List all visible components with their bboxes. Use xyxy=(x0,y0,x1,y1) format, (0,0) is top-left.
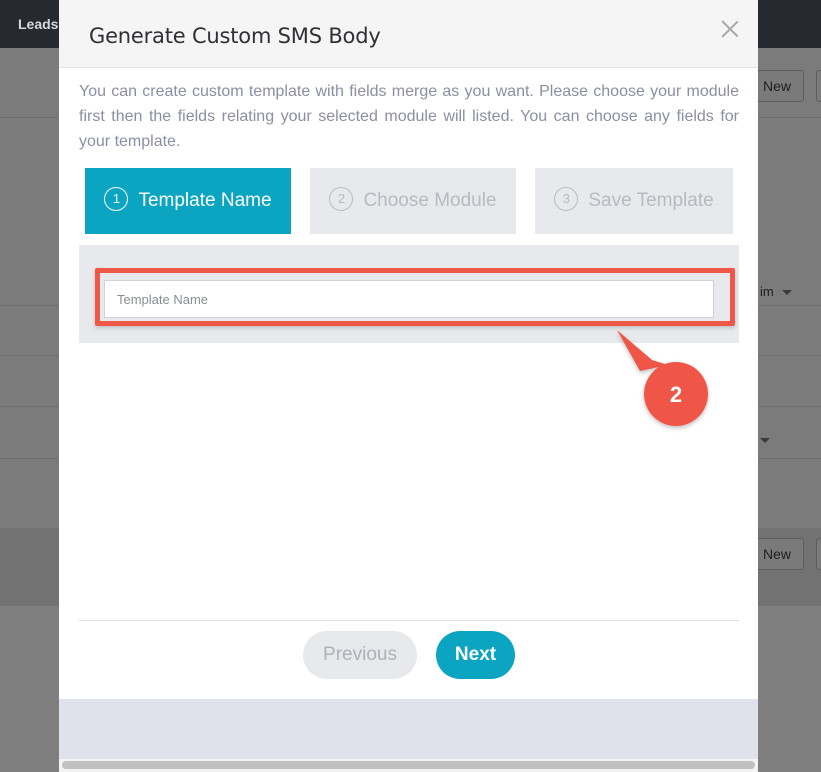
new-button-label: New xyxy=(762,546,791,562)
template-name-input[interactable] xyxy=(104,280,714,318)
chevron-down-icon xyxy=(781,290,792,296)
chevron-down-icon xyxy=(760,438,770,444)
background-button[interactable] xyxy=(816,70,821,102)
background-button[interactable] xyxy=(816,538,821,570)
scrollbar-thumb[interactable] xyxy=(62,761,755,769)
nav-tab-leads[interactable]: Leads xyxy=(18,16,58,32)
close-icon[interactable] xyxy=(719,18,741,40)
step-number-2: 2 xyxy=(329,186,354,211)
wizard-steps: 1 Template Name 2 Choose Module 3 Save Temp… xyxy=(85,168,733,234)
next-button[interactable]: Next xyxy=(436,631,515,679)
step-choose-module[interactable]: 2 Choose Module xyxy=(310,168,516,234)
footer-divider xyxy=(79,620,739,621)
step-label: Choose Module xyxy=(363,190,497,211)
horizontal-scrollbar[interactable] xyxy=(59,759,758,772)
sms-template-modal: Generate Custom SMS Body You can create … xyxy=(59,0,758,772)
step-number-1: 1 xyxy=(104,186,129,211)
modal-bottom-area xyxy=(59,699,758,759)
step-label: Save Template xyxy=(588,190,714,211)
step-number-3: 3 xyxy=(554,186,579,211)
step-template-name[interactable]: 1 Template Name xyxy=(85,168,291,234)
step-label: Template Name xyxy=(138,190,272,211)
background-select[interactable]: im xyxy=(760,284,792,299)
modal-title: Generate Custom SMS Body xyxy=(89,24,381,48)
step-save-template[interactable]: 3 Save Template xyxy=(535,168,733,234)
modal-header: Generate Custom SMS Body xyxy=(59,0,758,68)
new-button-label: New xyxy=(762,78,791,94)
previous-button[interactable]: Previous xyxy=(303,631,417,679)
background-select-value: im xyxy=(760,284,774,299)
intro-text: You can create custom template with fiel… xyxy=(79,83,739,150)
